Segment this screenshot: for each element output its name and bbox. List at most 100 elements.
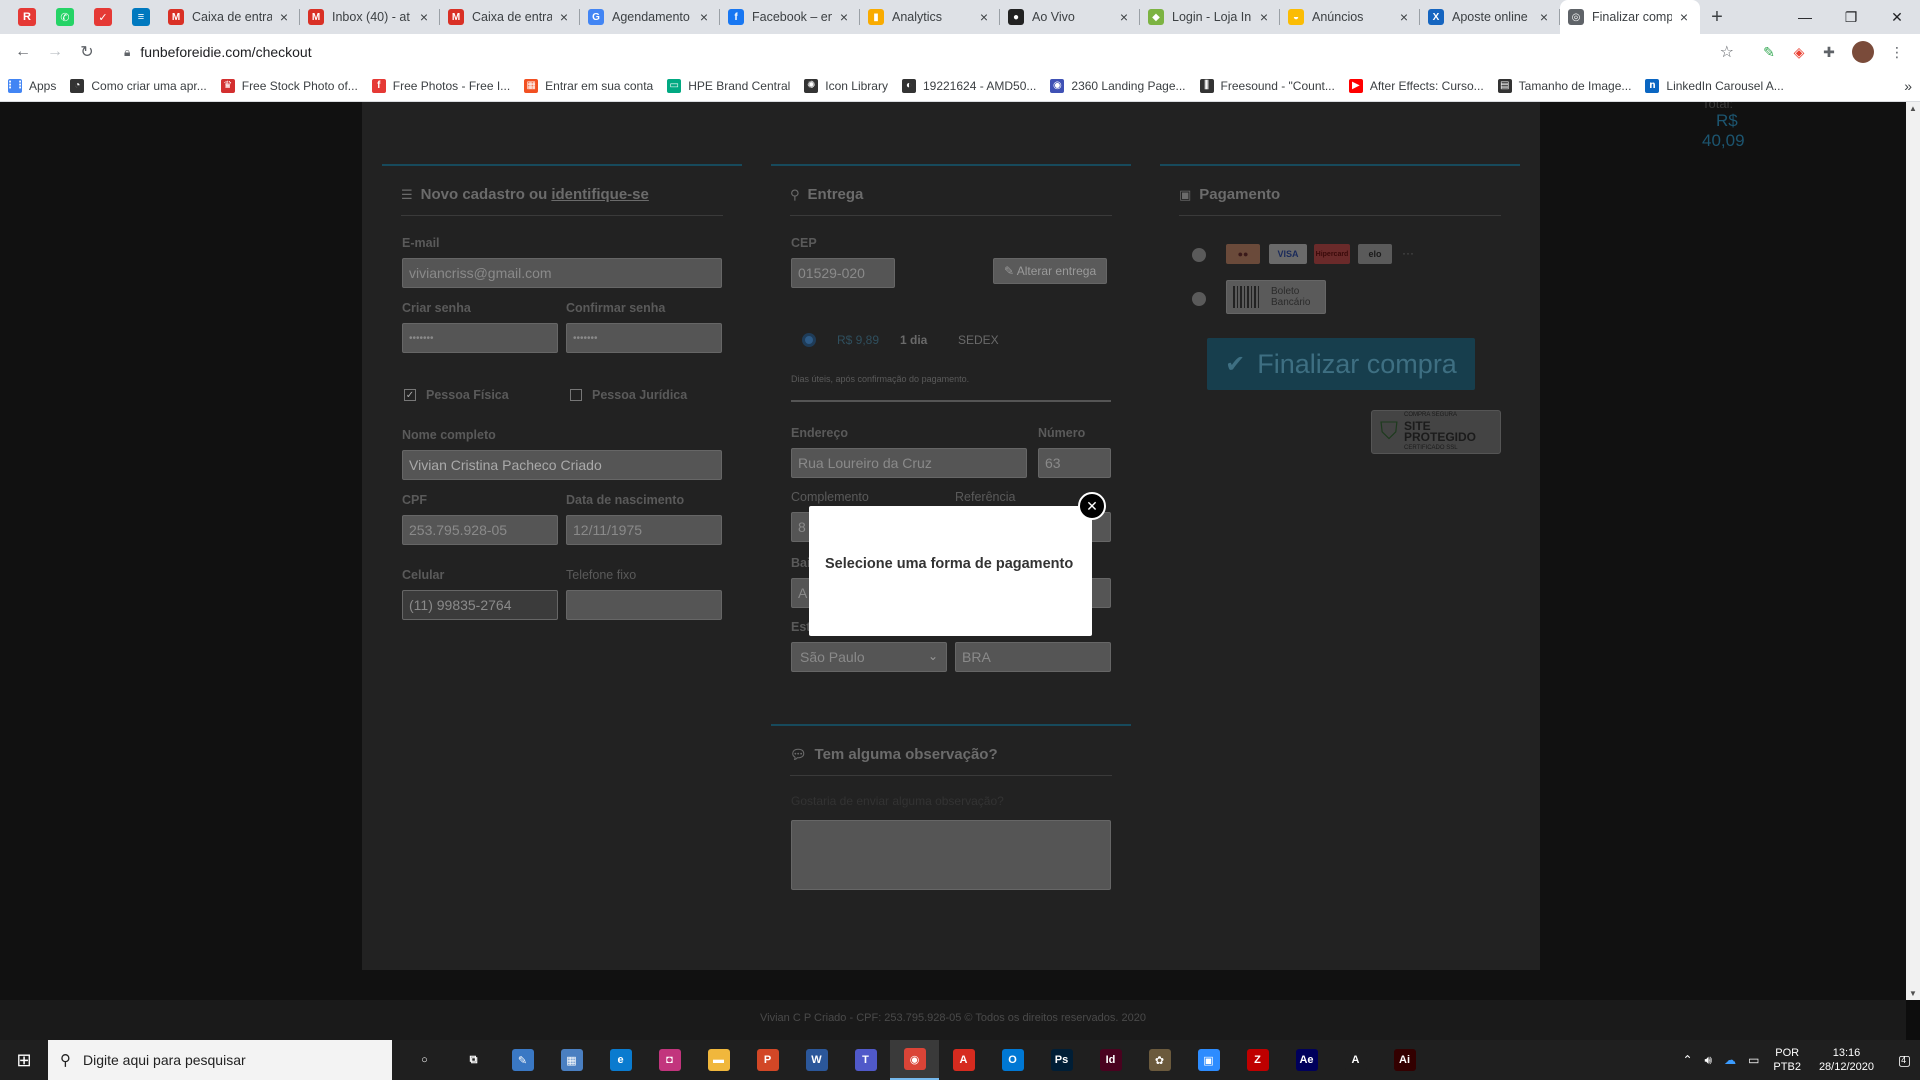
taskbar-app[interactable]: ✎ <box>498 1040 547 1080</box>
bookmark-item[interactable]: ▦ Entrar em sua conta <box>524 78 653 93</box>
bookmark-item[interactable]: ▶ After Effects: Curso... <box>1348 78 1484 93</box>
close-window-button[interactable]: ✕ <box>1874 0 1920 34</box>
tab[interactable]: M Inbox (40) - at × <box>300 0 440 34</box>
minimize-button[interactable]: — <box>1782 0 1828 34</box>
nascimento-field[interactable]: 12/11/1975 <box>566 515 722 545</box>
pessoa-fisica-checkbox[interactable]: ✓ Pessoa Física <box>404 388 509 402</box>
onedrive-icon[interactable]: ☁ <box>1724 1053 1736 1067</box>
finalizar-compra-button[interactable]: ✔ Finalizar compra <box>1207 338 1475 390</box>
pinned-tab[interactable]: R <box>8 0 46 34</box>
tab[interactable]: G Agendamento × <box>580 0 720 34</box>
taskbar-app[interactable]: ✿ <box>1135 1040 1184 1080</box>
reload-button[interactable]: ↻ <box>72 37 102 67</box>
tab-close-icon[interactable]: × <box>1256 9 1272 25</box>
tab-active[interactable]: ◎ Finalizar comp × <box>1560 0 1700 34</box>
new-tab-button[interactable]: + <box>1700 0 1734 34</box>
email-field[interactable]: viviancriss@gmail.com <box>402 258 722 288</box>
taskbar-app[interactable]: Ps <box>1037 1040 1086 1080</box>
forward-button[interactable]: → <box>40 37 70 67</box>
endereco-field[interactable]: Rua Loureiro da Cruz <box>791 448 1027 478</box>
extensions-puzzle-icon[interactable]: ✚ <box>1814 37 1844 67</box>
tab[interactable]: M Caixa de entrada × <box>440 0 580 34</box>
tab-close-icon[interactable]: × <box>696 9 712 25</box>
taskbar-app[interactable]: ⧉ <box>449 1040 498 1080</box>
page-scrollbar[interactable]: ▲ ▼ <box>1906 102 1920 1000</box>
cpf-field[interactable]: 253.795.928-05 <box>402 515 558 545</box>
tray-chevron-icon[interactable]: ⌃ <box>1682 1053 1692 1067</box>
tab-close-icon[interactable]: × <box>976 9 992 25</box>
notification-center-button[interactable]: ▢ 4 <box>1884 1040 1920 1080</box>
taskbar-search[interactable]: ⚲ Digite aqui para pesquisar <box>48 1040 392 1080</box>
taskbar-app[interactable]: ▬ <box>694 1040 743 1080</box>
tab[interactable]: ◒ Anúncios × <box>1280 0 1420 34</box>
taskbar-app[interactable]: ○ <box>400 1040 449 1080</box>
tab-close-icon[interactable]: × <box>836 9 852 25</box>
bookmark-item[interactable]: f Free Photos - Free I... <box>371 78 510 93</box>
pinned-tab[interactable]: ≡ <box>122 0 160 34</box>
taskbar-app[interactable]: Ae <box>1282 1040 1331 1080</box>
taskbar-app[interactable]: ▦ <box>547 1040 596 1080</box>
observacao-textarea[interactable] <box>791 820 1111 890</box>
extension-shield-icon[interactable]: ◈ <box>1784 37 1814 67</box>
address-bar[interactable]: 🔒︎ funbeforeidie.com/checkout ☆ <box>112 37 1746 67</box>
card-payment-radio[interactable] <box>1192 248 1206 262</box>
back-button[interactable]: ← <box>8 37 38 67</box>
cep-field[interactable]: 01529-020 <box>791 258 895 288</box>
extension-pen-icon[interactable]: ✎ <box>1754 37 1784 67</box>
taskbar-app[interactable]: W <box>792 1040 841 1080</box>
telefone-fixo-field[interactable] <box>566 590 722 620</box>
tab[interactable]: ◆ Login - Loja In × <box>1140 0 1280 34</box>
taskbar-app[interactable]: P <box>743 1040 792 1080</box>
clock[interactable]: 13:16 28/12/2020 <box>1819 1046 1874 1074</box>
alterar-entrega-button[interactable]: ✎ Alterar entrega <box>993 258 1108 284</box>
sedex-radio[interactable] <box>802 333 816 347</box>
bookmarks-overflow-icon[interactable]: » <box>1904 78 1912 94</box>
bookmark-item[interactable]: ◐ 19221624 - AMD50... <box>901 78 1036 93</box>
tab-close-icon[interactable]: × <box>416 9 432 25</box>
taskbar-app[interactable]: Id <box>1086 1040 1135 1080</box>
boleto-radio[interactable] <box>1192 292 1206 306</box>
taskbar-app[interactable]: Ai <box>1380 1040 1429 1080</box>
battery-icon[interactable]: ▭ <box>1748 1053 1759 1067</box>
tab-close-icon[interactable]: × <box>276 9 292 25</box>
identifique-se-link[interactable]: identifique-se <box>551 186 649 203</box>
scroll-down-icon[interactable]: ▼ <box>1909 989 1917 998</box>
taskbar-app[interactable]: Z <box>1233 1040 1282 1080</box>
profile-avatar[interactable] <box>1852 41 1874 63</box>
tab[interactable]: ▮ Analytics × <box>860 0 1000 34</box>
language-indicator[interactable]: POR PTB2 <box>1773 1046 1801 1074</box>
bookmark-item[interactable]: ▭ HPE Brand Central <box>667 78 790 93</box>
celular-field[interactable]: (11) 99835-2764 <box>402 590 558 620</box>
bookmark-item[interactable]: ⫼ Freesound - "Count... <box>1199 78 1335 93</box>
bookmark-item[interactable]: ո LinkedIn Carousel A... <box>1645 78 1784 93</box>
tab[interactable]: M Caixa de entrada × <box>160 0 300 34</box>
tab-close-icon[interactable]: × <box>1676 9 1692 25</box>
taskbar-app[interactable]: O <box>988 1040 1037 1080</box>
bookmark-item[interactable]: ✺ Icon Library <box>804 78 888 93</box>
numero-field[interactable]: 63 <box>1038 448 1111 478</box>
taskbar-app[interactable]: ◉ <box>890 1040 939 1080</box>
modal-close-button[interactable]: ✕ <box>1078 492 1106 520</box>
browser-menu-icon[interactable]: ⋮ <box>1882 37 1912 67</box>
nome-completo-field[interactable]: Vivian Cristina Pacheco Criado <box>402 450 722 480</box>
bookmark-item[interactable]: ◉ 2360 Landing Page... <box>1050 78 1186 93</box>
pinned-tab[interactable]: ✓ <box>84 0 122 34</box>
tab[interactable]: X Aposte online × <box>1420 0 1560 34</box>
tab[interactable]: f Facebook – en × <box>720 0 860 34</box>
tab-close-icon[interactable]: × <box>556 9 572 25</box>
taskbar-app[interactable]: A <box>939 1040 988 1080</box>
tab-close-icon[interactable]: × <box>1536 9 1552 25</box>
bookmark-star-icon[interactable]: ☆ <box>1720 42 1734 62</box>
taskbar-app[interactable]: e <box>596 1040 645 1080</box>
pinned-tab[interactable]: ✆ <box>46 0 84 34</box>
windows-start-button[interactable]: ⊞ <box>0 1040 48 1080</box>
password-field[interactable]: ••••••• <box>402 323 558 353</box>
estado-select[interactable]: São Paulo ⌄ <box>791 642 947 672</box>
tab-close-icon[interactable]: × <box>1116 9 1132 25</box>
tab[interactable]: ● Ao Vivo × <box>1000 0 1140 34</box>
boleto-option[interactable]: Boleto Bancário <box>1226 280 1326 314</box>
taskbar-app[interactable]: T <box>841 1040 890 1080</box>
taskbar-app[interactable]: A <box>1331 1040 1380 1080</box>
pessoa-juridica-checkbox[interactable]: Pessoa Jurídica <box>570 388 687 402</box>
volume-icon[interactable]: 🔊︎ <box>1705 1053 1713 1068</box>
